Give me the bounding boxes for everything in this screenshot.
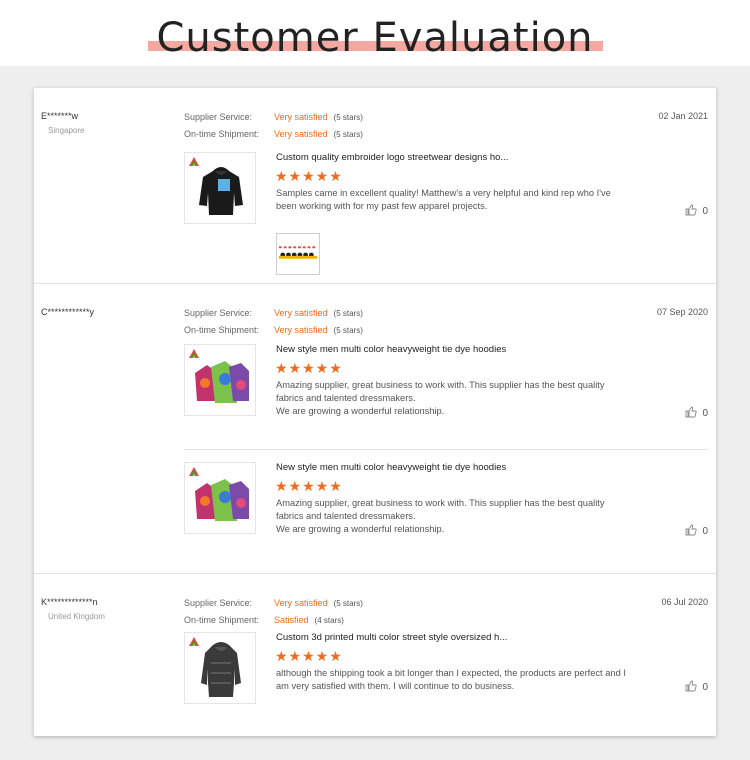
rating-value: Satisfied xyxy=(274,615,309,625)
page-header: Customer Evaluation xyxy=(0,0,750,66)
product-star-rating: ★★★★★ xyxy=(275,168,343,184)
review-date: 06 Jul 2020 xyxy=(661,597,708,607)
ontime-shipment-rating: On-time Shipment: Very satisfied (5 stars) xyxy=(184,325,363,335)
product-thumbnail[interactable] xyxy=(184,152,256,224)
ontime-shipment-label: On-time Shipment: xyxy=(184,325,260,335)
product-title[interactable]: Custom 3d printed multi color street sty… xyxy=(276,632,507,643)
product-title[interactable]: New style men multi color heavyweight ti… xyxy=(276,344,506,355)
product-divider xyxy=(184,449,708,450)
verified-icon xyxy=(189,467,199,476)
reviewer-name: E*******w xyxy=(41,111,79,121)
review-text: although the shipping took a bit longer … xyxy=(276,668,626,691)
product-thumbnail[interactable] xyxy=(184,462,256,534)
like-button[interactable]: 0 xyxy=(685,204,708,217)
rating-value: Very satisfied xyxy=(274,129,328,139)
rating-stars-text: (5 stars) xyxy=(333,326,363,335)
like-count: 0 xyxy=(702,682,708,693)
like-button[interactable]: 0 xyxy=(685,406,708,419)
supplier-service-rating: Supplier Service: Very satisfied (5 stars) xyxy=(184,112,363,122)
rating-value: Very satisfied xyxy=(274,308,328,318)
like-button[interactable]: 0 xyxy=(685,524,708,537)
review-text: Amazing supplier, great business to work… xyxy=(276,498,605,534)
review-product: Custom 3d printed multi color street sty… xyxy=(184,632,708,722)
product-title[interactable]: New style men multi color heavyweight ti… xyxy=(276,462,506,473)
reviews-card: E*******w Singapore 02 Jan 2021 Supplier… xyxy=(34,88,716,736)
thumbs-up-icon xyxy=(685,680,698,692)
review-product: Custom quality embroider logo streetwear… xyxy=(184,152,708,277)
supplier-service-rating: Supplier Service: Very satisfied (5 stars) xyxy=(184,308,363,318)
like-count: 0 xyxy=(702,408,708,419)
product-thumbnail[interactable] xyxy=(184,344,256,416)
review: E*******w Singapore 02 Jan 2021 Supplier… xyxy=(34,88,716,284)
thumbs-up-icon xyxy=(685,406,698,418)
rating-stars-text: (5 stars) xyxy=(333,599,363,608)
ontime-shipment-rating: On-time Shipment: Satisfied (4 stars) xyxy=(184,615,344,625)
like-count: 0 xyxy=(702,206,708,217)
review: K*************n United Kingdom 06 Jul 20… xyxy=(34,574,716,736)
rating-value: Very satisfied xyxy=(274,325,328,335)
attachment-thumbnail[interactable] xyxy=(276,233,320,275)
thumbs-up-icon xyxy=(685,524,698,536)
rating-value: Very satisfied xyxy=(274,598,328,608)
verified-icon xyxy=(189,637,199,646)
reviewer-country: United Kingdom xyxy=(48,612,105,621)
review-product: New style men multi color heavyweight ti… xyxy=(184,344,708,444)
ontime-shipment-label: On-time Shipment: xyxy=(184,615,260,625)
review: C************y 07 Sep 2020 Supplier Serv… xyxy=(34,284,716,574)
ontime-shipment-label: On-time Shipment: xyxy=(184,129,260,139)
rating-stars-text: (4 stars) xyxy=(314,616,344,625)
thumbs-up-icon xyxy=(685,204,698,216)
review-text: Amazing supplier, great business to work… xyxy=(276,380,605,416)
supplier-service-label: Supplier Service: xyxy=(184,112,253,122)
ontime-shipment-rating: On-time Shipment: Very satisfied (5 stars) xyxy=(184,129,363,139)
attachment-image xyxy=(278,246,318,259)
rating-stars-text: (5 stars) xyxy=(333,113,363,122)
reviewer-country: Singapore xyxy=(48,126,85,135)
review-date: 02 Jan 2021 xyxy=(658,111,708,121)
supplier-service-rating: Supplier Service: Very satisfied (5 stars) xyxy=(184,598,363,608)
product-title[interactable]: Custom quality embroider logo streetwear… xyxy=(276,152,508,163)
page-title: Customer Evaluation xyxy=(156,15,594,61)
review-text: Samples came in excellent quality! Matth… xyxy=(276,188,611,211)
verified-icon xyxy=(189,157,199,166)
reviewer-name: K*************n xyxy=(41,597,98,607)
verified-icon xyxy=(189,349,199,358)
like-count: 0 xyxy=(702,526,708,537)
review-product: New style men multi color heavyweight ti… xyxy=(184,462,708,562)
product-star-rating: ★★★★★ xyxy=(275,360,343,376)
rating-stars-text: (5 stars) xyxy=(333,309,363,318)
product-star-rating: ★★★★★ xyxy=(275,478,343,494)
review-date: 07 Sep 2020 xyxy=(656,307,708,317)
supplier-service-label: Supplier Service: xyxy=(184,598,253,608)
supplier-service-label: Supplier Service: xyxy=(184,308,253,318)
reviewer-name: C************y xyxy=(41,307,95,317)
product-thumbnail[interactable] xyxy=(184,632,256,704)
like-button[interactable]: 0 xyxy=(685,680,708,693)
rating-stars-text: (5 stars) xyxy=(333,130,363,139)
product-star-rating: ★★★★★ xyxy=(275,648,343,664)
rating-value: Very satisfied xyxy=(274,112,328,122)
